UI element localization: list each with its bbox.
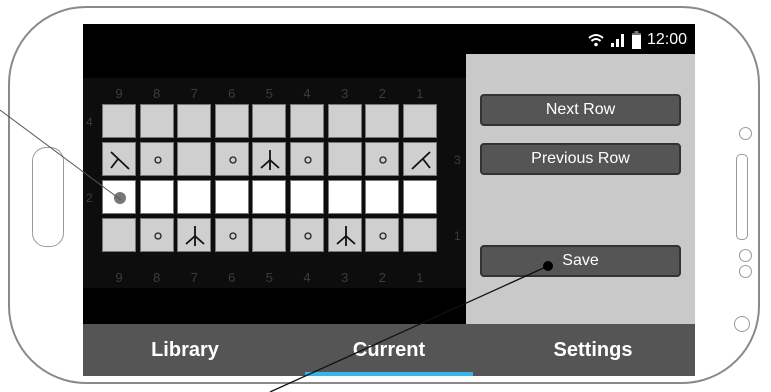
chart-cell[interactable] <box>402 104 437 138</box>
volume-slot <box>736 154 748 240</box>
chart-cell[interactable] <box>327 142 362 176</box>
yarn-over-icon <box>229 156 237 164</box>
tab-settings[interactable]: Settings <box>491 324 695 376</box>
chart-cell[interactable] <box>327 180 362 214</box>
chart-cell[interactable] <box>365 218 400 252</box>
sk2p-icon <box>185 226 205 246</box>
chart-cell[interactable] <box>365 180 400 214</box>
back-circle <box>734 316 750 332</box>
tab-library[interactable]: Library <box>83 324 287 376</box>
yarn-over-icon <box>153 232 162 240</box>
row-number-2: 2 <box>86 191 93 205</box>
chart-cell[interactable] <box>214 104 249 138</box>
chart-cell[interactable] <box>290 104 324 138</box>
chart-cell[interactable] <box>402 142 437 176</box>
chart-cell[interactable] <box>252 218 287 252</box>
tab-bar: Library Current Settings <box>83 324 695 376</box>
chart-cell[interactable] <box>177 104 212 138</box>
status-bar: 12:00 <box>588 30 687 50</box>
yarn-over-icon <box>153 156 162 164</box>
chart-cell[interactable] <box>290 180 324 214</box>
chart-cell[interactable] <box>365 104 400 138</box>
column-number-top: 5 <box>265 86 273 101</box>
yarn-over-icon <box>379 232 387 240</box>
sk2p-icon <box>260 150 280 170</box>
chart-cell[interactable] <box>177 180 212 214</box>
chart-cell[interactable] <box>102 218 136 252</box>
row-number-1: 1 <box>454 229 461 243</box>
current-stitch-marker-icon <box>114 192 126 204</box>
chart-cell[interactable] <box>139 218 174 252</box>
chart-cell[interactable] <box>252 142 287 176</box>
column-number-bottom: 1 <box>416 270 424 285</box>
chart-cell[interactable] <box>402 218 437 252</box>
column-number-bottom: 2 <box>378 270 386 285</box>
row-number-3: 3 <box>454 153 461 167</box>
column-number-top: 9 <box>115 86 123 101</box>
column-number-bottom: 3 <box>340 270 349 285</box>
column-number-top: 4 <box>303 86 311 101</box>
column-number-bottom: 9 <box>115 270 123 285</box>
column-number-top: 3 <box>340 86 349 101</box>
chart-cell[interactable] <box>177 142 212 176</box>
column-number-bottom: 6 <box>228 270 236 285</box>
column-number-top: 8 <box>152 86 161 101</box>
column-number-top: 7 <box>190 86 198 101</box>
control-panel: Next Row Previous Row Save <box>466 54 695 326</box>
column-number-bottom: 5 <box>265 270 273 285</box>
next-row-button[interactable]: Next Row <box>480 94 681 126</box>
save-button[interactable]: Save <box>480 245 681 277</box>
sensor-dot <box>739 127 752 140</box>
yarn-over-icon <box>304 156 312 164</box>
ssk-icon <box>411 151 431 170</box>
column-number-bottom: 8 <box>152 270 161 285</box>
chart-cell[interactable] <box>102 180 136 214</box>
chart-cell[interactable] <box>252 104 287 138</box>
yarn-over-icon <box>304 232 312 240</box>
side-dot-1 <box>739 249 752 262</box>
row-number-4: 4 <box>86 115 93 129</box>
chart-cell[interactable] <box>290 142 324 176</box>
chart-cell[interactable] <box>252 180 287 214</box>
chart-cell[interactable] <box>177 218 212 252</box>
column-number-top: 1 <box>416 86 424 101</box>
k2tog-icon <box>110 151 130 170</box>
side-dot-2 <box>739 265 752 278</box>
sk2p-icon <box>335 226 356 246</box>
app-screen: 12:00 Next Row Previous Row Save Library… <box>83 24 695 376</box>
wifi-icon <box>588 34 604 47</box>
chart-cell[interactable] <box>214 218 249 252</box>
chart-cell[interactable] <box>214 180 249 214</box>
chart-cell[interactable] <box>214 142 249 176</box>
previous-row-button[interactable]: Previous Row <box>480 143 681 175</box>
chart-cell[interactable] <box>327 104 362 138</box>
chart-cell[interactable] <box>102 104 136 138</box>
home-button[interactable] <box>32 147 64 247</box>
tab-current[interactable]: Current <box>287 324 491 376</box>
column-number-top: 6 <box>228 86 236 101</box>
battery-icon <box>631 31 641 49</box>
column-number-bottom: 7 <box>190 270 198 285</box>
yarn-over-icon <box>229 232 237 240</box>
chart-cell[interactable] <box>327 218 362 252</box>
column-number-top: 2 <box>378 86 386 101</box>
chart-cell[interactable] <box>139 142 174 176</box>
chart-cell[interactable] <box>402 180 437 214</box>
status-time: 12:00 <box>646 31 687 48</box>
chart-cell[interactable] <box>365 142 400 176</box>
chart-cell[interactable] <box>102 142 136 176</box>
chart-cell[interactable] <box>139 180 174 214</box>
chart-cell[interactable] <box>139 104 174 138</box>
column-number-bottom: 4 <box>303 270 311 285</box>
chart-cell[interactable] <box>290 218 324 252</box>
signal-icon <box>610 34 624 47</box>
yarn-over-icon <box>379 156 387 164</box>
